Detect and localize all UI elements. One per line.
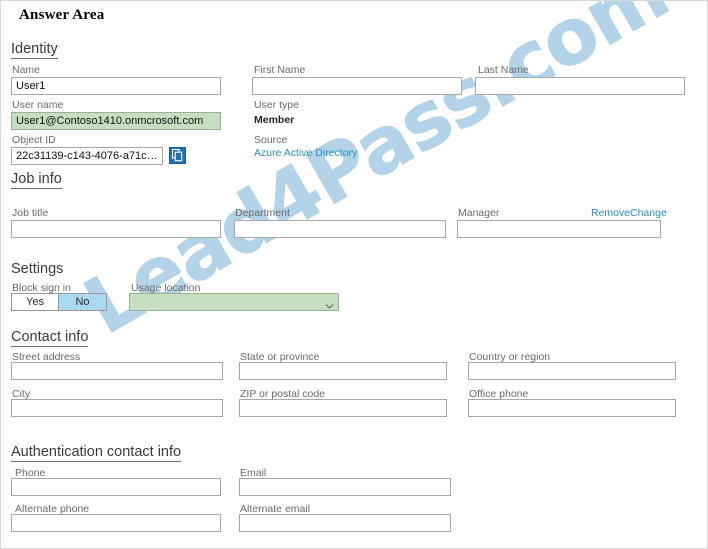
input-first-name[interactable] — [252, 77, 462, 95]
toggle-block-sign-in[interactable]: Yes No — [11, 293, 107, 311]
input-state-or-province[interactable] — [239, 362, 447, 380]
input-city[interactable] — [11, 399, 223, 417]
copy-icon — [170, 148, 185, 163]
input-user-name[interactable]: User1@Contoso1410.onmcrosoft.com — [11, 112, 221, 130]
input-manager[interactable] — [457, 220, 661, 238]
manager-remove-link[interactable]: Remove — [591, 207, 630, 219]
input-alternate-phone[interactable] — [11, 514, 221, 532]
label-source: Source — [254, 134, 288, 146]
input-name[interactable]: User1 — [11, 77, 221, 95]
label-object-id: Object ID — [12, 134, 56, 146]
form-content: Answer Area Identity Name User1 First Na… — [1, 1, 707, 548]
link-source-azure-active-directory[interactable]: Azure Active Directory — [254, 147, 357, 159]
value-user-type: Member — [254, 114, 295, 126]
label-manager: Manager — [458, 207, 500, 219]
input-phone[interactable] — [11, 478, 221, 496]
input-department[interactable] — [234, 220, 446, 238]
label-name: Name — [12, 64, 41, 76]
label-last-name: Last Name — [478, 64, 529, 76]
input-last-name[interactable] — [475, 77, 685, 95]
input-street-address[interactable] — [11, 362, 223, 380]
manager-change-link[interactable]: Change — [630, 207, 667, 219]
label-department: Department — [235, 207, 290, 219]
input-object-id[interactable]: 22c31139-c143-4076-a71c-b5d0d5... — [11, 147, 163, 165]
input-zip-or-postal-code[interactable] — [239, 399, 447, 417]
input-email[interactable] — [239, 478, 451, 496]
toggle-option-no[interactable]: No — [59, 293, 107, 311]
label-user-type: User type — [254, 99, 299, 111]
label-job-title: Job title — [12, 207, 49, 219]
section-heading-settings: Settings — [11, 261, 64, 277]
section-heading-authentication-contact-info: Authentication contact info — [11, 444, 182, 462]
input-job-title[interactable] — [11, 220, 221, 238]
input-country-or-region[interactable] — [468, 362, 676, 380]
input-alternate-email[interactable] — [239, 514, 451, 532]
label-user-name: User name — [12, 99, 64, 111]
label-first-name: First Name — [254, 64, 306, 76]
section-heading-job-info: Job info — [11, 171, 62, 189]
input-office-phone[interactable] — [468, 399, 676, 417]
page-title: Answer Area — [19, 7, 105, 23]
answer-area-page: Lead4Pass.com Answer Area Identity Name … — [0, 0, 708, 549]
toggle-option-yes[interactable]: Yes — [11, 293, 59, 311]
input-usage-location[interactable] — [129, 293, 339, 311]
section-heading-contact-info: Contact info — [11, 329, 89, 347]
copy-object-id-button[interactable] — [169, 147, 186, 164]
section-heading-identity: Identity — [11, 41, 58, 59]
